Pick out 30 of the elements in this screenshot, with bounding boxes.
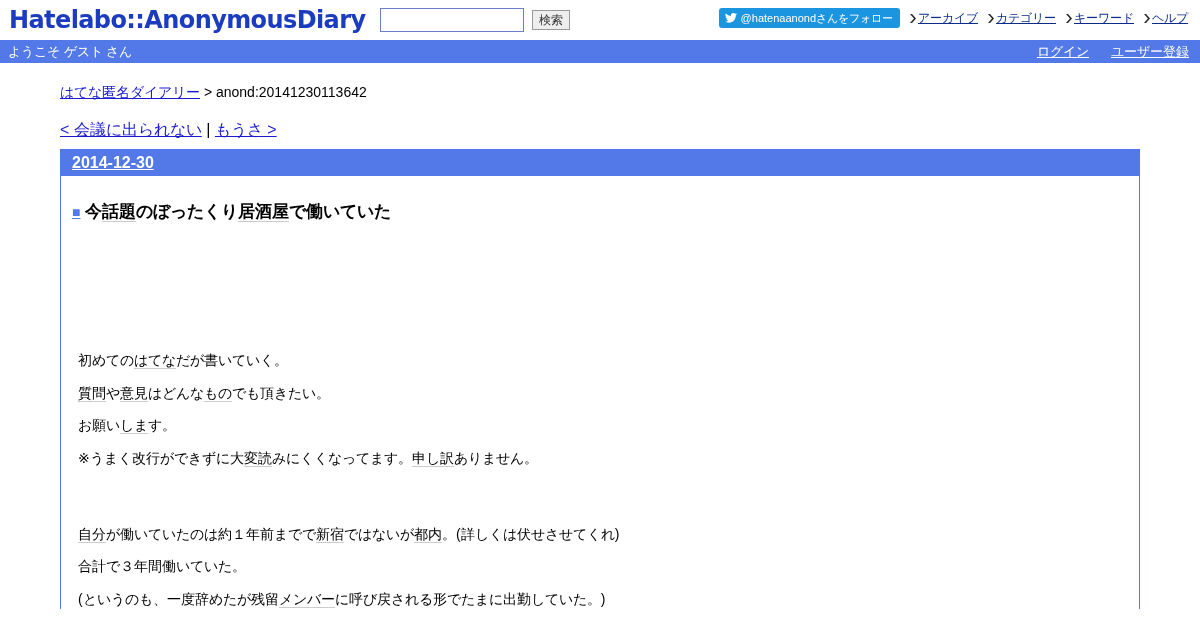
- account-link[interactable]: ユーザー登録: [1111, 42, 1189, 61]
- breadcrumb-current: > anond:20141230113642: [202, 84, 367, 100]
- nav-link[interactable]: アーカイブ: [918, 9, 978, 27]
- chevron-icon: [910, 13, 916, 23]
- chevron-icon: [1066, 13, 1072, 23]
- breadcrumb-link[interactable]: はてな匿名ダイアリー: [60, 84, 200, 100]
- date-link[interactable]: 2014-12-30: [72, 154, 154, 172]
- paragraph: ※うまく改行ができずに大変読みにくくなってます。申し訳ありません。: [78, 448, 539, 468]
- paragraph: 自分が働いていたのは約１年前までで新宿ではないが都内。(詳しくは伏せさせてくれ): [78, 524, 621, 544]
- previous-link[interactable]: < 会議に出られない: [60, 121, 202, 138]
- next-link[interactable]: もうさ >: [214, 121, 277, 138]
- paragraph: 質問や意見はどんな ものでも頂きたい。: [78, 383, 331, 403]
- paragraph: お願い します。: [78, 416, 177, 435]
- bird-icon: [724, 13, 737, 23]
- paragraph: (というのも、一度辞めたが残留メンバーに呼び戻される形でたまに出勤していた。): [78, 589, 607, 609]
- nav-link[interactable]: カテゴリー: [996, 9, 1056, 27]
- chevron-icon: [988, 13, 994, 23]
- nav-link[interactable]: キーワード: [1074, 9, 1134, 27]
- nav-link[interactable]: ヘルプ: [1152, 9, 1188, 27]
- account-link[interactable]: ログイン: [1037, 42, 1089, 61]
- search-field[interactable]: [379, 8, 524, 32]
- paragraph: 初めてのはてなだが書いていく。: [78, 351, 289, 370]
- permalink-icon[interactable]: ■: [72, 203, 81, 220]
- paragraph: 合計で３年間働いていた。: [78, 557, 247, 576]
- separator: |: [205, 121, 212, 138]
- welcome-text: ようこそ ゲスト さん: [8, 42, 133, 61]
- search-button[interactable]: 検索: [531, 10, 570, 30]
- entry-title: 今話題のぼったくり居酒屋で働いていた: [85, 201, 392, 223]
- chevron-icon: [1144, 13, 1150, 23]
- site-logo[interactable]: Hatelabo::AnonymousDiary: [9, 6, 366, 34]
